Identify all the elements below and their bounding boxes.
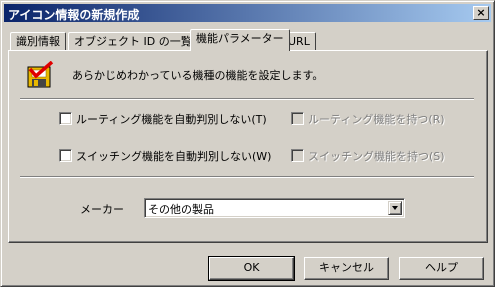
routing-auto-detect-label[interactable]: ルーティング機能を自動判別しない(T) <box>76 111 267 127</box>
maker-select[interactable]: その他の製品 <box>144 198 405 218</box>
has-switching-label: スイッチング機能を持つ(S) <box>308 150 445 163</box>
tab-object-id-list[interactable]: オブジェクト ID の一覧 <box>68 32 198 50</box>
has-switching-checkbox <box>291 149 304 162</box>
window-title: アイコン情報の新規作成 <box>8 8 140 22</box>
dialog-window: アイコン情報の新規作成 × 識別情報 オブジェクト ID の一覧 機能パラメータ… <box>0 0 495 287</box>
tab-identification[interactable]: 識別情報 <box>10 32 66 50</box>
chevron-down-icon[interactable] <box>388 201 402 215</box>
switching-auto-detect-checkbox[interactable] <box>59 149 72 162</box>
has-routing-label: ルーティング機能を持つ(R) <box>308 113 445 126</box>
tab-panel: あらかじめわかっている機種の機能を設定します。 ルーティング機能を自動判別しない… <box>8 50 488 243</box>
ok-button[interactable]: OK <box>208 256 295 281</box>
cancel-button[interactable]: キャンセル <box>304 257 389 280</box>
help-button[interactable]: ヘルプ <box>399 257 484 280</box>
title-bar[interactable]: アイコン情報の新規作成 × <box>4 4 491 22</box>
tab-function-parameters[interactable]: 機能パラメーター <box>190 29 290 51</box>
maker-label: メーカー <box>80 203 124 216</box>
separator-bottom <box>20 176 474 178</box>
routing-auto-detect-checkbox[interactable] <box>59 112 72 125</box>
checklist-floppy-icon <box>27 61 54 88</box>
has-routing-checkbox <box>291 112 304 125</box>
maker-select-value: その他の製品 <box>148 203 214 216</box>
separator-top <box>20 98 474 100</box>
close-button[interactable]: × <box>473 6 489 20</box>
description-text: あらかじめわかっている機種の機能を設定します。 <box>72 69 324 82</box>
switching-auto-detect-label[interactable]: スイッチング機能を自動判別しない(W) <box>76 148 271 164</box>
